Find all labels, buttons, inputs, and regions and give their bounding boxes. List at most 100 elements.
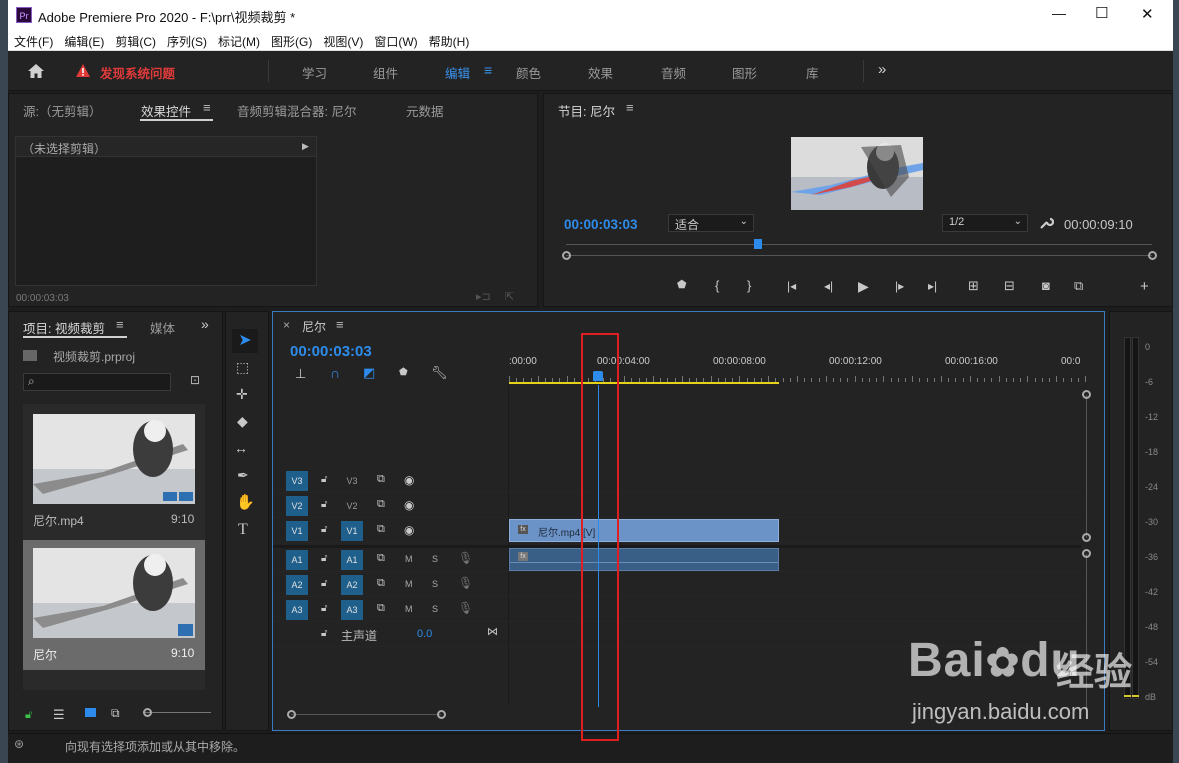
eye-icon[interactable]: ◉ — [404, 499, 414, 511]
sync-lock-icon[interactable]: ⧉ — [377, 578, 385, 589]
tab-metadata[interactable]: 元数据 — [406, 101, 444, 120]
lock-icon[interactable]: 🔓︎ — [25, 709, 32, 722]
selection-tool-icon[interactable]: ➤ — [232, 329, 258, 353]
lock-icon[interactable]: 🔓︎ — [321, 604, 327, 614]
type-tool-icon[interactable]: T — [238, 522, 248, 538]
project-item[interactable]: 尼尔.mp4 9:10 — [23, 404, 205, 539]
source-patch-a1[interactable]: A1 — [286, 550, 308, 570]
program-timecode[interactable]: 00:00:03:03 — [564, 217, 638, 232]
menu-edit[interactable]: 编辑(E) — [58, 30, 109, 50]
mark-out-icon[interactable]: } — [747, 279, 751, 292]
solo-button[interactable]: S — [432, 554, 438, 564]
microphone-icon[interactable]: 🎙︎ — [458, 577, 473, 589]
add-marker-icon[interactable]: ⬟ — [399, 368, 408, 378]
insert-nest-icon[interactable]: ⊥ — [295, 367, 306, 380]
menu-sequence[interactable]: 序列(S) — [161, 30, 212, 50]
solo-button[interactable]: S — [432, 604, 438, 614]
menu-file[interactable]: 文件(F) — [8, 30, 58, 50]
hamburger-icon[interactable]: ≡ — [336, 317, 344, 332]
scroll-handle[interactable] — [1082, 390, 1091, 399]
timeline-zoom-scrollbar[interactable] — [287, 710, 446, 719]
scroll-handle[interactable] — [287, 710, 296, 719]
resolution-dropdown[interactable]: 1/2 ⌄ — [942, 214, 1028, 232]
zoom-handle-left[interactable] — [562, 251, 571, 260]
workspace-tab-effects[interactable]: 效果 — [588, 63, 613, 82]
source-patch-v2[interactable]: V2 — [286, 496, 308, 516]
minimize-button[interactable]: — — [1052, 5, 1066, 21]
pen-tool-icon[interactable]: ✒ — [237, 468, 249, 482]
ripple-edit-tool-icon[interactable]: ✛ — [236, 387, 248, 401]
snap-icon[interactable]: ∩ — [330, 366, 340, 380]
program-scrub-bar[interactable] — [562, 239, 1157, 260]
freeform-view-icon[interactable]: ⧉ — [111, 706, 120, 721]
sequence-tab[interactable]: 尼尔 — [302, 318, 326, 335]
lock-icon[interactable]: 🔓︎ — [321, 475, 327, 485]
export-icon[interactable]: ⇱ — [505, 290, 514, 303]
track-target-v1[interactable]: V1 — [341, 521, 363, 541]
lock-icon[interactable]: 🔓︎ — [321, 579, 327, 589]
workspace-tab-editing[interactable]: 编辑 — [445, 63, 470, 82]
work-area-bar[interactable] — [509, 382, 779, 384]
slip-tool-icon[interactable]: ↔ — [234, 441, 248, 455]
hamburger-icon[interactable]: ≡ — [626, 100, 634, 115]
zoom-handle-right[interactable] — [1148, 251, 1157, 260]
workspace-tab-libraries[interactable]: 库 — [806, 63, 819, 82]
lock-icon[interactable]: 🔓︎ — [321, 554, 327, 564]
workspace-tab-audio[interactable]: 音频 — [661, 63, 686, 82]
workspace-tab-assembly[interactable]: 组件 — [373, 63, 398, 82]
sync-lock-icon[interactable]: ⧉ — [377, 499, 385, 510]
source-patch-v1[interactable]: V1 — [286, 521, 308, 541]
video-scrollbar[interactable] — [1082, 390, 1091, 542]
hamburger-icon[interactable]: ≡ — [484, 62, 492, 78]
zoom-slider[interactable] — [143, 708, 211, 717]
source-patch-a3[interactable]: A3 — [286, 600, 308, 620]
add-marker-icon[interactable]: ⬟ — [677, 280, 687, 291]
razor-tool-icon[interactable]: ◆ — [237, 414, 248, 428]
tab-effect-controls[interactable]: 效果控件 — [141, 101, 191, 120]
tab-audio-clip-mixer[interactable]: 音频剪辑混合器: 尼尔 — [237, 101, 356, 120]
hand-tool-icon[interactable]: ✋ — [236, 495, 255, 510]
track-target-a2[interactable]: A2 — [341, 575, 363, 595]
maximize-button[interactable]: ☐ — [1095, 4, 1108, 22]
eye-icon[interactable]: ◉ — [404, 474, 414, 486]
track-target-v2[interactable]: V2 — [341, 496, 363, 516]
list-view-icon[interactable]: ☰ — [53, 707, 65, 723]
lift-icon[interactable]: ⊞ — [968, 279, 979, 292]
go-to-in-icon[interactable]: |◂ — [787, 280, 796, 292]
project-item-selected[interactable]: 尼尔 9:10 — [23, 540, 205, 670]
track-select-tool-icon[interactable]: ⬚ — [236, 360, 249, 374]
source-patch-a2[interactable]: A2 — [286, 575, 308, 595]
close-sequence-icon[interactable]: × — [283, 318, 290, 332]
sync-lock-icon[interactable]: ⧉ — [377, 553, 385, 564]
system-issue-link[interactable]: 发现系统问题 — [100, 63, 175, 82]
audio-clip[interactable]: fx — [509, 548, 779, 571]
hamburger-icon[interactable]: ≡ — [203, 100, 211, 115]
lock-icon[interactable]: 🔓︎ — [321, 629, 327, 639]
source-patch-v3[interactable]: V3 — [286, 471, 308, 491]
play-icon[interactable]: ▶ — [858, 279, 869, 293]
menu-window[interactable]: 窗口(W) — [368, 30, 422, 50]
icon-view-icon[interactable] — [85, 708, 96, 717]
wrench-icon[interactable] — [1039, 215, 1054, 230]
microphone-icon[interactable]: 🎙︎ — [458, 552, 473, 564]
menu-clip[interactable]: 剪辑(C) — [109, 30, 161, 50]
linked-selection-icon[interactable]: ◩ — [363, 366, 375, 379]
mute-button[interactable]: M — [405, 604, 413, 614]
sync-lock-icon[interactable]: ⧉ — [377, 524, 385, 535]
comparison-view-icon[interactable]: ⧉ — [1074, 279, 1083, 292]
menu-marker[interactable]: 标记(M) — [212, 30, 265, 50]
track-target-v3[interactable]: V3 — [341, 471, 363, 491]
lock-icon[interactable]: 🔓︎ — [321, 525, 327, 535]
tab-project[interactable]: 项目: 视频裁剪 — [23, 318, 105, 337]
hamburger-icon[interactable]: ≡ — [116, 317, 124, 332]
scroll-handle[interactable] — [1082, 549, 1091, 558]
step-forward-icon[interactable]: |▸ — [895, 280, 904, 292]
step-back-icon[interactable]: ◂| — [824, 280, 833, 292]
microphone-icon[interactable]: 🎙︎ — [458, 602, 473, 614]
mute-button[interactable]: M — [405, 554, 413, 564]
menu-graphics[interactable]: 图形(G) — [265, 30, 317, 50]
filter-icon[interactable]: ▸⊐ — [476, 290, 491, 303]
tab-source[interactable]: 源:（无剪辑） — [23, 101, 101, 120]
go-to-edit-icon[interactable]: ⋈ — [487, 627, 498, 638]
go-to-out-icon[interactable]: ▸| — [928, 280, 937, 292]
